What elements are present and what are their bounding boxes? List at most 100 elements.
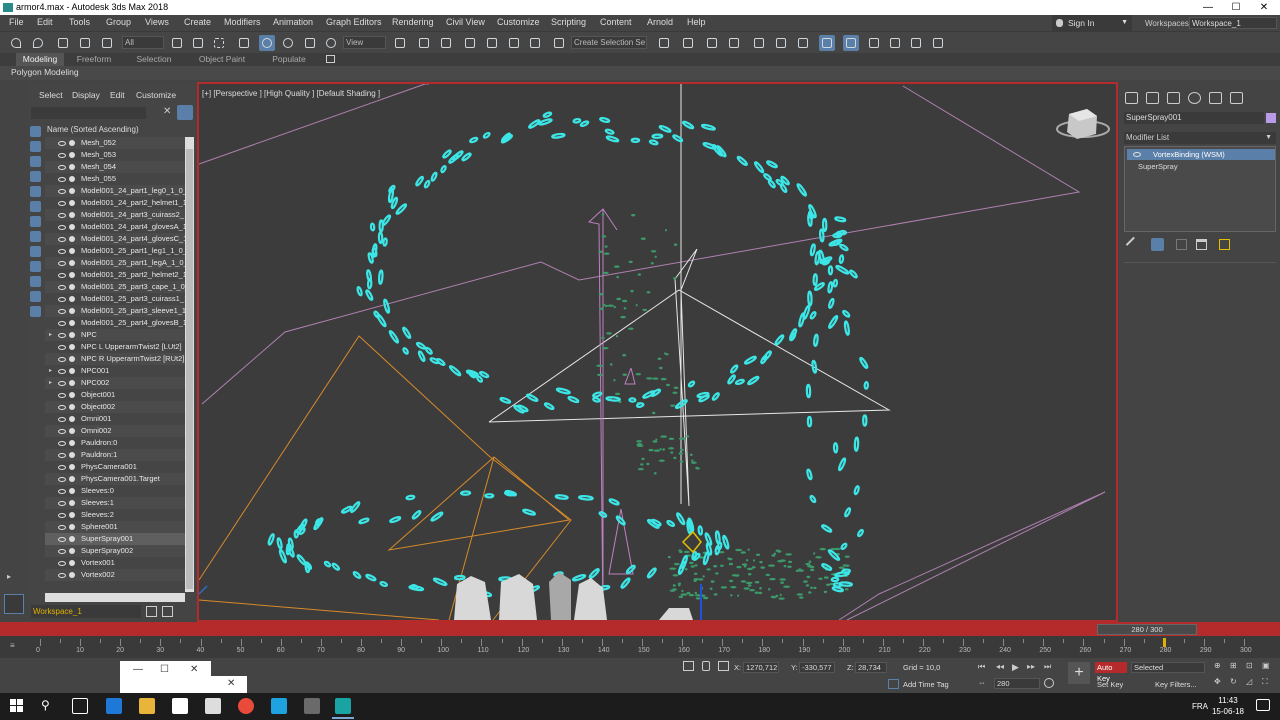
scene-object-row[interactable]: Sleeves:2 <box>45 509 185 521</box>
scene-object-row[interactable]: Model001_25_part3_cuirass1_1 <box>45 293 185 305</box>
menu-graph-editors[interactable]: Graph Editors <box>326 17 382 27</box>
3ds-max-taskbar-icon[interactable] <box>335 698 351 714</box>
ribbon-toggle-icon[interactable] <box>751 35 767 51</box>
scene-object-row[interactable]: ▸ NPC001 <box>45 365 185 377</box>
visibility-eye-icon[interactable] <box>58 381 66 386</box>
close-icon[interactable]: ✕ <box>190 664 198 675</box>
maximize-button[interactable]: ☐ <box>1222 0 1250 15</box>
menu-file[interactable]: File <box>9 17 24 27</box>
zoom-icon[interactable]: ⊕ <box>1214 661 1221 670</box>
create-tab-icon[interactable] <box>1125 92 1138 104</box>
scene-object-row[interactable]: Sphere001 <box>45 521 185 533</box>
render-in-cloud-icon[interactable] <box>908 35 924 51</box>
se-menu-customize[interactable]: Customize <box>136 90 176 100</box>
selection-set-select[interactable]: Selected <box>1131 662 1205 673</box>
redo-icon[interactable] <box>30 35 46 51</box>
scene-object-row[interactable]: PhysCamera001 <box>45 461 185 473</box>
link-icon[interactable] <box>55 35 71 51</box>
modify-tab-icon[interactable] <box>1146 92 1159 104</box>
visibility-eye-icon[interactable] <box>58 453 66 458</box>
scene-object-row[interactable]: Object002 <box>45 401 185 413</box>
visibility-eye-icon[interactable] <box>58 165 66 170</box>
collapse-arrow-icon[interactable]: ▸ <box>7 572 11 581</box>
make-unique-icon[interactable] <box>1176 239 1187 250</box>
scrollbar-thumb[interactable] <box>186 149 193 589</box>
visibility-eye-icon[interactable] <box>58 141 66 146</box>
scene-object-row[interactable]: Vortex002 <box>45 569 185 581</box>
rotate-icon[interactable] <box>280 35 296 51</box>
notification-icon[interactable] <box>1256 699 1270 711</box>
display-lights-icon[interactable] <box>30 156 41 167</box>
reference-coord-dropdown[interactable]: View <box>343 36 386 49</box>
menu-help[interactable]: Help <box>687 17 706 27</box>
mirror-icon[interactable] <box>656 35 672 51</box>
visibility-eye-icon[interactable] <box>58 573 66 578</box>
scale-icon[interactable] <box>302 35 318 51</box>
windows-start-icon[interactable] <box>10 699 24 713</box>
scene-object-row[interactable]: SuperSpray001 <box>45 533 185 545</box>
sign-in-button[interactable]: Sign In ▼ <box>1052 15 1132 31</box>
visibility-eye-icon[interactable] <box>58 297 66 302</box>
scene-object-row[interactable]: Model001_24_part1_leg0_1_0_ <box>45 185 185 197</box>
scene-object-row[interactable]: Mesh_055 <box>45 173 185 185</box>
stack-item-vortexbinding[interactable]: VortexBinding (WSM) <box>1127 149 1275 160</box>
snaps-toggle-icon[interactable] <box>462 35 478 51</box>
mail-icon[interactable] <box>205 698 221 714</box>
display-shapes-icon[interactable] <box>30 141 41 152</box>
display-all-icon[interactable] <box>30 306 41 317</box>
visibility-eye-icon[interactable] <box>58 525 66 530</box>
minimize-button[interactable]: — <box>1194 0 1222 15</box>
visibility-eye-icon[interactable] <box>58 549 66 554</box>
absolute-mode-icon[interactable] <box>718 661 729 671</box>
scene-object-row[interactable]: ▸ NPC <box>45 329 185 341</box>
selection-set-dropdown[interactable]: Create Selection Se <box>571 36 647 49</box>
scene-object-row[interactable]: Model001_25_part3_cape_1_0_ <box>45 281 185 293</box>
next-frame-icon[interactable]: ▸▸ <box>1027 662 1039 672</box>
selection-filter-dropdown[interactable]: All <box>122 36 164 49</box>
menu-content[interactable]: Content <box>600 17 632 27</box>
visibility-eye-icon[interactable] <box>58 405 66 410</box>
visibility-eye-icon[interactable] <box>58 309 66 314</box>
isolate-selection-icon[interactable] <box>683 661 694 671</box>
scene-object-row[interactable]: ▸ NPC002 <box>45 377 185 389</box>
expand-arrow-icon[interactable]: ▸ <box>49 329 55 341</box>
motion-tab-icon[interactable] <box>1188 92 1201 104</box>
material-editor-icon[interactable] <box>819 35 835 51</box>
select-by-name-icon[interactable] <box>190 35 206 51</box>
ribbon-options-icon[interactable] <box>326 55 335 63</box>
key-filters-button[interactable]: Key Filters... <box>1155 680 1197 689</box>
goto-end-icon[interactable]: ⏭ <box>1044 662 1056 672</box>
display-groups-icon[interactable] <box>30 216 41 227</box>
visibility-eye-icon[interactable] <box>58 537 66 542</box>
menu-create[interactable]: Create <box>184 17 211 27</box>
visibility-eye-icon[interactable] <box>58 213 66 218</box>
store-icon[interactable] <box>172 698 188 714</box>
toggle-scene-explorer-icon[interactable] <box>704 35 720 51</box>
pivot-center-icon[interactable] <box>392 35 408 51</box>
floating-window-2[interactable]: ✕ <box>211 676 247 693</box>
menu-views[interactable]: Views <box>145 17 169 27</box>
visibility-eye-icon[interactable] <box>58 273 66 278</box>
maximize-icon[interactable]: ☐ <box>160 664 169 675</box>
ribbon-panel-label[interactable]: Polygon Modeling <box>11 67 79 77</box>
display-space-warps-icon[interactable] <box>30 201 41 212</box>
schematic-view-icon[interactable] <box>795 35 811 51</box>
display-geometry-icon[interactable] <box>30 126 41 137</box>
timeline-track[interactable]: ≡ 0 10 20 30 40 50 60 70 80 90 100 110 120 130 140 150 1… <box>0 636 1280 658</box>
scene-object-row[interactable]: Pauldron:1 <box>45 449 185 461</box>
tab-object-paint[interactable]: Object Paint <box>191 53 253 66</box>
column-header-name[interactable]: Name (Sorted Ascending) <box>45 125 195 136</box>
workspace-icon[interactable] <box>4 594 24 614</box>
tab-selection[interactable]: Selection <box>128 53 180 66</box>
visibility-eye-icon[interactable] <box>58 417 66 422</box>
fov-icon[interactable]: ◿ <box>1246 677 1252 686</box>
rect-selection-icon[interactable] <box>211 35 227 51</box>
visibility-eye-icon[interactable] <box>58 237 66 242</box>
current-frame-field[interactable]: 280 <box>994 678 1040 689</box>
render-setup-icon[interactable] <box>843 35 859 51</box>
task-view-icon[interactable] <box>72 698 88 714</box>
close-button[interactable]: ✕ <box>1250 0 1278 15</box>
menu-customize[interactable]: Customize <box>497 17 540 27</box>
set-key-big-icon[interactable]: + <box>1068 662 1090 684</box>
x-coordinate-field[interactable]: 1270,712 <box>743 662 779 673</box>
